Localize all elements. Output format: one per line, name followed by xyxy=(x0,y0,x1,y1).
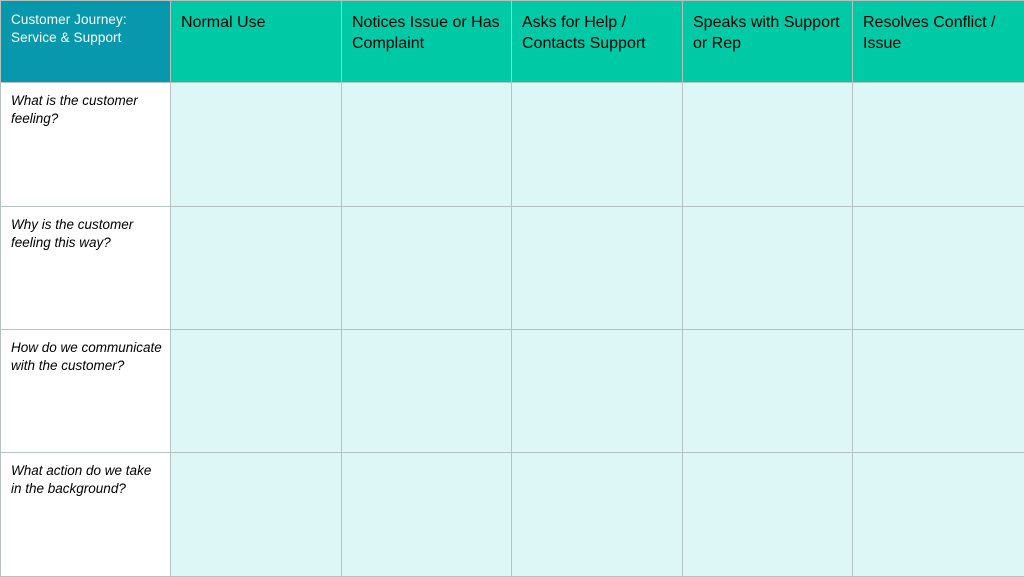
stage-header-label: Resolves Conflict / Issue xyxy=(853,1,1024,54)
cell-communicate-asks-for-help[interactable] xyxy=(512,330,683,453)
table-header-row: Customer Journey: Service & Support Norma… xyxy=(1,1,1024,83)
customer-journey-table: Customer Journey: Service & Support Norma… xyxy=(0,0,1024,577)
cell-text xyxy=(853,330,1024,339)
stage-header-label: Notices Issue or Has Complaint xyxy=(342,1,511,54)
cell-text xyxy=(512,453,682,462)
cell-feeling-resolves-conflict[interactable] xyxy=(853,83,1024,207)
cell-text xyxy=(853,83,1024,92)
stage-header-label: Asks for Help / Contacts Support xyxy=(512,1,682,54)
row-label-feeling: What is the customer feeling? xyxy=(1,83,171,207)
cell-text xyxy=(342,330,511,339)
cell-text xyxy=(171,453,341,462)
cell-communicate-notices-issue[interactable] xyxy=(342,330,512,453)
cell-text xyxy=(853,453,1024,462)
cell-background-action-normal-use[interactable] xyxy=(171,453,342,577)
row-label-text: Why is the customer feeling this way? xyxy=(1,207,170,252)
table-row: How do we communicate with the customer? xyxy=(1,330,1024,453)
stage-header-asks-for-help[interactable]: Asks for Help / Contacts Support xyxy=(512,1,683,83)
row-label-communicate: How do we communicate with the customer? xyxy=(1,330,171,453)
stage-header-resolves-conflict[interactable]: Resolves Conflict / Issue xyxy=(853,1,1024,83)
cell-text xyxy=(853,207,1024,216)
cell-background-action-speaks-with-support[interactable] xyxy=(683,453,853,577)
row-label-background-action: What action do we take in the background… xyxy=(1,453,171,577)
row-label-text: What action do we take in the background… xyxy=(1,453,170,498)
cell-background-action-resolves-conflict[interactable] xyxy=(853,453,1024,577)
table-row: What is the customer feeling? xyxy=(1,83,1024,207)
cell-background-action-notices-issue[interactable] xyxy=(342,453,512,577)
cell-text xyxy=(342,83,511,92)
stage-header-normal-use[interactable]: Normal Use xyxy=(171,1,342,83)
row-label-text: What is the customer feeling? xyxy=(1,83,170,128)
cell-feeling-speaks-with-support[interactable] xyxy=(683,83,853,207)
cell-text xyxy=(683,207,852,216)
cell-text xyxy=(512,330,682,339)
stage-header-label: Speaks with Support or Rep xyxy=(683,1,852,54)
row-label-text: How do we communicate with the customer? xyxy=(1,330,170,375)
cell-why-feeling-resolves-conflict[interactable] xyxy=(853,207,1024,330)
cell-communicate-speaks-with-support[interactable] xyxy=(683,330,853,453)
cell-text xyxy=(683,453,852,462)
board-title: Customer Journey: Service & Support xyxy=(1,1,170,47)
cell-why-feeling-normal-use[interactable] xyxy=(171,207,342,330)
cell-text xyxy=(171,330,341,339)
cell-background-action-asks-for-help[interactable] xyxy=(512,453,683,577)
table-row: Why is the customer feeling this way? xyxy=(1,207,1024,330)
cell-feeling-notices-issue[interactable] xyxy=(342,83,512,207)
cell-why-feeling-speaks-with-support[interactable] xyxy=(683,207,853,330)
cell-feeling-asks-for-help[interactable] xyxy=(512,83,683,207)
cell-text xyxy=(512,83,682,92)
cell-text xyxy=(342,207,511,216)
board-title-line-1: Customer Journey: xyxy=(11,12,127,27)
cell-communicate-resolves-conflict[interactable] xyxy=(853,330,1024,453)
cell-text xyxy=(683,330,852,339)
cell-text xyxy=(683,83,852,92)
cell-why-feeling-asks-for-help[interactable] xyxy=(512,207,683,330)
board-title-cell: Customer Journey: Service & Support xyxy=(1,1,171,83)
stage-header-label: Normal Use xyxy=(171,1,341,33)
board-title-line-2: Service & Support xyxy=(11,30,122,45)
cell-why-feeling-notices-issue[interactable] xyxy=(342,207,512,330)
cell-text xyxy=(171,83,341,92)
cell-text xyxy=(512,207,682,216)
stage-header-notices-issue[interactable]: Notices Issue or Has Complaint xyxy=(342,1,512,83)
cell-feeling-normal-use[interactable] xyxy=(171,83,342,207)
row-label-why-feeling: Why is the customer feeling this way? xyxy=(1,207,171,330)
stage-header-speaks-with-support[interactable]: Speaks with Support or Rep xyxy=(683,1,853,83)
cell-text xyxy=(171,207,341,216)
table-row: What action do we take in the background… xyxy=(1,453,1024,577)
cell-text xyxy=(342,453,511,462)
cell-communicate-normal-use[interactable] xyxy=(171,330,342,453)
